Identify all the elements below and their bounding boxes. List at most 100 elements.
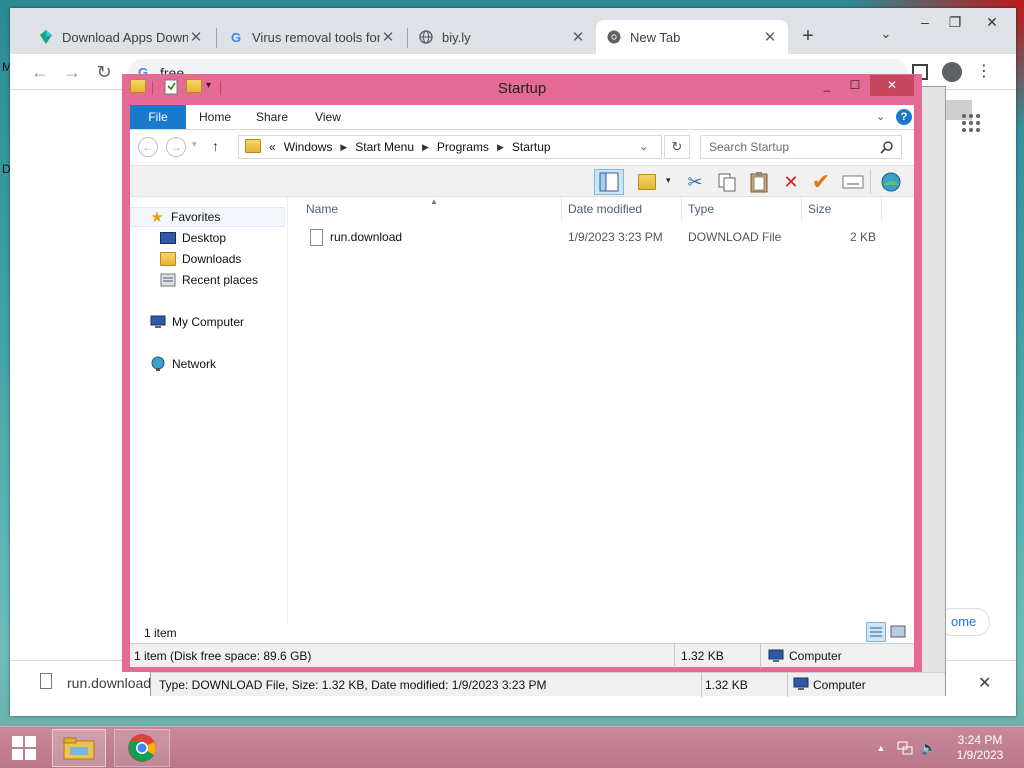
nav-recent-places[interactable]: Recent places bbox=[160, 270, 258, 290]
ribbon-tab-share[interactable]: Share bbox=[250, 105, 294, 129]
column-header-type[interactable]: Type bbox=[682, 197, 802, 221]
cut-scissors-icon[interactable]: ✂ bbox=[682, 169, 708, 195]
file-icon bbox=[40, 673, 52, 689]
checkmark-icon[interactable]: ✔ bbox=[808, 169, 834, 195]
breadcrumb-separator-icon[interactable]: ▶ bbox=[340, 142, 347, 153]
download-bar-close-icon[interactable]: ✕ bbox=[978, 673, 991, 693]
tab-virus-removal[interactable]: G Virus removal tools for ✕ bbox=[218, 20, 406, 54]
nav-favorites[interactable]: ★ Favorites bbox=[130, 207, 285, 227]
breadcrumb-startup[interactable]: Startup bbox=[512, 140, 551, 154]
recent-locations-chevron-icon[interactable]: ▾ bbox=[192, 139, 197, 150]
ribbon-tab-view[interactable]: View bbox=[308, 105, 348, 129]
column-header-name[interactable]: Name bbox=[300, 197, 562, 221]
large-icons-view-icon[interactable] bbox=[890, 624, 906, 640]
clock-date: 1/9/2023 bbox=[956, 748, 1004, 762]
nav-network[interactable]: Network bbox=[150, 354, 216, 374]
expand-ribbon-chevron-icon[interactable]: ⌄ bbox=[876, 110, 885, 123]
details-view-icon[interactable] bbox=[866, 622, 886, 642]
toolbar-separator bbox=[870, 170, 871, 194]
column-header-date-modified[interactable]: Date modified bbox=[562, 197, 682, 221]
network-globe-icon[interactable] bbox=[878, 169, 904, 195]
nav-desktop[interactable]: Desktop bbox=[160, 228, 226, 248]
chrome-favicon bbox=[606, 29, 622, 45]
taskbar-clock[interactable]: 3:24 PM 1/9/2023 bbox=[948, 727, 1012, 768]
close-button[interactable]: ✕ bbox=[970, 10, 1014, 34]
maximize-button[interactable]: ❐ bbox=[940, 10, 970, 34]
nav-label: Network bbox=[172, 357, 217, 371]
tab-download-apps[interactable]: Download Apps Downlo ✕ bbox=[28, 20, 214, 54]
options-dropdown-icon[interactable]: ▾ bbox=[666, 175, 671, 186]
tab-close-icon[interactable]: ✕ bbox=[762, 28, 778, 46]
reload-icon[interactable]: ↻ bbox=[92, 60, 116, 84]
breadcrumb-separator-icon[interactable]: ▶ bbox=[497, 142, 504, 153]
address-bar[interactable]: « Windows ▶ Start Menu ▶ Programs ▶ Star… bbox=[238, 135, 662, 159]
status-divider bbox=[701, 673, 702, 697]
desktop-icon bbox=[160, 230, 176, 246]
folder-options-icon[interactable] bbox=[634, 169, 660, 195]
status-divider bbox=[787, 673, 788, 697]
minimize-button[interactable]: _ bbox=[814, 75, 840, 96]
volume-icon[interactable]: 🔈 bbox=[920, 727, 938, 768]
tab-close-icon[interactable]: ✕ bbox=[570, 28, 586, 46]
tab-close-icon[interactable]: ✕ bbox=[380, 28, 396, 46]
forward-arrow-icon[interactable]: → bbox=[166, 137, 186, 157]
close-button[interactable]: ✕ bbox=[870, 75, 914, 96]
back-arrow-icon[interactable]: ← bbox=[138, 137, 158, 157]
taskbar-chrome-icon[interactable] bbox=[114, 729, 170, 767]
download-file-name[interactable]: run.download bbox=[67, 675, 151, 691]
nav-label: Downloads bbox=[182, 252, 242, 266]
breadcrumb-programs[interactable]: Programs bbox=[437, 140, 489, 154]
search-icon[interactable] bbox=[880, 140, 894, 154]
forward-arrow-icon[interactable]: → bbox=[60, 60, 84, 84]
breadcrumb-windows[interactable]: Windows bbox=[284, 140, 333, 154]
tab-close-icon[interactable]: ✕ bbox=[188, 28, 204, 46]
paste-clipboard-icon[interactable] bbox=[746, 169, 772, 195]
taskbar: ▲ 🔈 3:24 PM 1/9/2023 bbox=[0, 726, 1024, 768]
background-size-text: 1.32 KB bbox=[705, 678, 748, 692]
start-windows-icon[interactable] bbox=[4, 729, 44, 767]
taskbar-file-explorer-icon[interactable] bbox=[52, 729, 106, 767]
search-input[interactable]: Search Startup bbox=[700, 135, 902, 159]
rename-icon[interactable] bbox=[840, 169, 866, 195]
up-arrow-icon[interactable]: ↑ bbox=[212, 138, 219, 154]
minimize-button[interactable]: – bbox=[910, 10, 940, 34]
back-arrow-icon[interactable]: ← bbox=[28, 60, 52, 84]
tab-title: Virus removal tools for bbox=[252, 29, 380, 45]
delete-x-icon[interactable]: ✕ bbox=[778, 169, 804, 195]
help-icon[interactable]: ? bbox=[896, 109, 912, 125]
new-tab-button[interactable]: + bbox=[796, 24, 820, 48]
breadcrumb-start-menu[interactable]: Start Menu bbox=[355, 140, 414, 154]
copy-icon[interactable] bbox=[714, 169, 740, 195]
address-dropdown-chevron-icon[interactable]: ⌄ bbox=[639, 140, 648, 153]
nav-my-computer[interactable]: My Computer bbox=[150, 312, 244, 332]
profile-avatar-icon[interactable] bbox=[942, 62, 962, 82]
column-header-size[interactable]: Size bbox=[802, 197, 882, 221]
item-count: 1 item bbox=[144, 626, 177, 640]
breadcrumb-overflow[interactable]: « bbox=[269, 140, 276, 154]
star-icon: ★ bbox=[150, 209, 164, 226]
address-row: ← → ▾ ↑ « Windows ▶ Start Menu ▶ Program… bbox=[130, 129, 914, 165]
downloads-folder-icon bbox=[160, 251, 176, 267]
tab-divider bbox=[216, 28, 217, 48]
more-menu-icon[interactable]: ⋮ bbox=[976, 62, 992, 82]
show-hidden-icons-chevron-icon[interactable]: ▲ bbox=[874, 727, 888, 768]
maximize-button[interactable]: ☐ bbox=[842, 75, 868, 96]
tab-search-chevron-icon[interactable]: ⌄ bbox=[876, 26, 896, 46]
ribbon-tab-home[interactable]: Home bbox=[190, 105, 240, 129]
folder-icon bbox=[245, 138, 261, 156]
refresh-icon[interactable]: ↻ bbox=[664, 135, 690, 159]
ribbon-tab-file[interactable]: File bbox=[130, 105, 186, 129]
file-row[interactable]: run.download 1/9/2023 3:23 PM DOWNLOAD F… bbox=[300, 227, 882, 249]
apps-grid-icon[interactable] bbox=[960, 112, 982, 134]
network-tray-icon[interactable] bbox=[896, 727, 914, 768]
preview-pane-icon[interactable] bbox=[594, 169, 624, 195]
nav-downloads[interactable]: Downloads bbox=[160, 249, 241, 269]
background-status-text: Type: DOWNLOAD File, Size: 1.32 KB, Date… bbox=[159, 678, 547, 692]
nav-label: Desktop bbox=[182, 231, 227, 245]
status-size: 1.32 KB bbox=[674, 644, 760, 668]
tab-new-tab[interactable]: New Tab ✕ bbox=[596, 20, 788, 54]
tab-biyly[interactable]: biy.ly ✕ bbox=[408, 20, 596, 54]
file-date-modified: 1/9/2023 3:23 PM bbox=[568, 230, 663, 244]
breadcrumb-separator-icon[interactable]: ▶ bbox=[422, 142, 429, 153]
file-name: run.download bbox=[330, 230, 403, 244]
